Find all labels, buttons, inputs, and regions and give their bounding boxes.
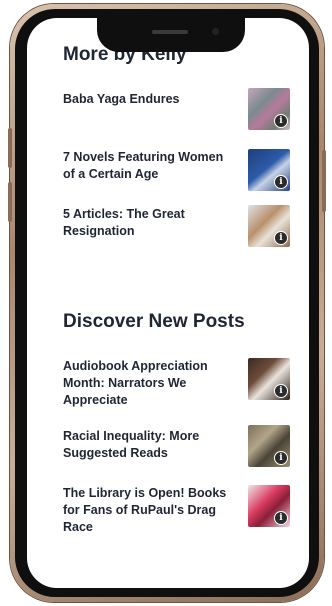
info-icon[interactable]: i	[274, 175, 288, 189]
post-thumbnail[interactable]: i	[248, 485, 290, 527]
info-icon[interactable]: i	[274, 231, 288, 245]
post-link[interactable]: 5 Articles: The Great Resignation	[63, 206, 231, 240]
post-thumbnail[interactable]: i	[248, 425, 290, 467]
post-link[interactable]: Racial Inequality: More Suggested Reads	[63, 428, 231, 462]
phone-side-button	[8, 128, 12, 168]
phone-side-button	[8, 182, 12, 222]
phone-notch	[97, 18, 245, 52]
info-icon[interactable]: i	[274, 451, 288, 465]
speaker-grille	[152, 30, 188, 34]
info-icon[interactable]: i	[274, 384, 288, 398]
phone-screen: More by Kelly Baba Yaga Endures i 7 Nove…	[27, 18, 309, 588]
post-link[interactable]: Baba Yaga Endures	[63, 91, 231, 108]
info-icon[interactable]: i	[274, 511, 288, 525]
camera-icon	[212, 28, 219, 35]
phone-power-button	[322, 150, 326, 212]
post-thumbnail[interactable]: i	[248, 205, 290, 247]
section-title-discover-new-posts: Discover New Posts	[63, 311, 245, 332]
post-link[interactable]: 7 Novels Featuring Women of a Certain Ag…	[63, 149, 231, 183]
post-thumbnail[interactable]: i	[248, 88, 290, 130]
info-icon[interactable]: i	[274, 114, 288, 128]
post-link[interactable]: Audiobook Appreciation Month: Narrators …	[63, 358, 231, 409]
phone-mockup: More by Kelly Baba Yaga Endures i 7 Nove…	[0, 0, 332, 606]
post-thumbnail[interactable]: i	[248, 149, 290, 191]
post-thumbnail[interactable]: i	[248, 358, 290, 400]
post-link[interactable]: The Library is Open! Books for Fans of R…	[63, 485, 231, 536]
